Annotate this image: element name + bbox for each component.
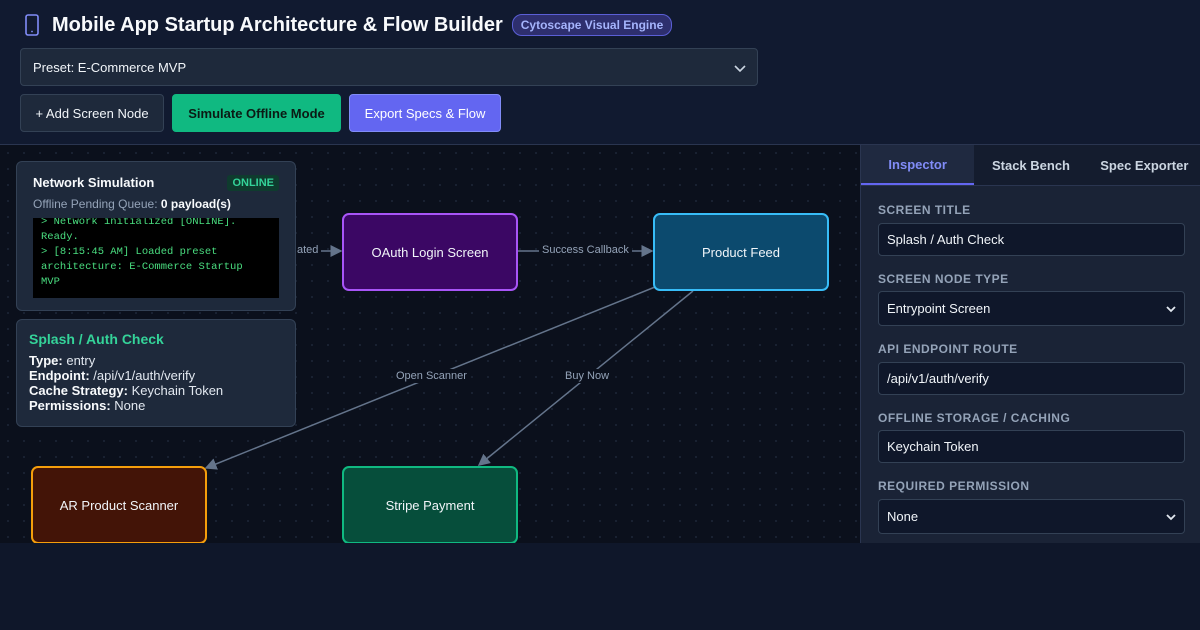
detail-row-type: Type: entry: [29, 353, 96, 368]
tab-inspector[interactable]: Inspector: [861, 145, 975, 185]
log-line: architecture: E-Commerce Startup: [41, 261, 243, 273]
status-badge: ONLINE: [227, 175, 279, 191]
permission-select[interactable]: None: [878, 499, 1185, 534]
node-stripe-payment[interactable]: Stripe Payment: [342, 466, 518, 543]
edge-label-into-oauth: ated: [294, 243, 322, 257]
pending-queue: Offline Pending Queue: 0 payload(s): [33, 197, 231, 211]
preset-select[interactable]: Preset: E-Commerce MVP: [20, 48, 758, 86]
network-simulation-panel: Network Simulation ONLINE Offline Pendin…: [16, 161, 296, 311]
detail-row-permissions: Permissions: None: [29, 398, 146, 413]
node-ar-scanner[interactable]: AR Product Scanner: [31, 466, 207, 543]
log-line: MVP: [41, 276, 60, 288]
api-route-input[interactable]: /api/v1/auth/verify: [878, 362, 1185, 395]
node-type-value: Entrypoint Screen: [887, 301, 991, 316]
engine-badge: Cytoscape Visual Engine: [511, 14, 673, 36]
network-simulation-title: Network Simulation: [33, 175, 155, 190]
screen-title-input[interactable]: Splash / Auth Check: [878, 223, 1185, 256]
tab-spec-exporter[interactable]: Spec Exporter: [1088, 145, 1200, 185]
inspector-panel: Inspector Stack Bench Spec Exporter Scre…: [860, 145, 1200, 543]
edge-label-buy: Buy Now: [562, 369, 613, 383]
permission-value: None: [887, 509, 919, 524]
api-route-label: API Endpoint Route: [878, 342, 1018, 356]
tab-stack-bench[interactable]: Stack Bench: [974, 145, 1087, 185]
chevron-down-icon: [1166, 513, 1176, 520]
title-row: Mobile App Startup Architecture & Flow B…: [22, 10, 673, 40]
pending-queue-value: 0 payload(s): [160, 197, 231, 211]
preset-select-value: Preset: E-Commerce MVP: [33, 59, 187, 75]
add-screen-node-button[interactable]: + Add Screen Node: [20, 94, 164, 132]
offline-storage-input[interactable]: Keychain Token: [878, 430, 1185, 463]
app-header: Mobile App Startup Architecture & Flow B…: [0, 0, 1200, 145]
log-line: > [8:15:45 AM] Loaded preset: [41, 246, 218, 258]
phone-icon: [25, 14, 39, 36]
log-line: > Network initialized [ONLINE].: [41, 218, 237, 228]
detail-row-endpoint: Endpoint: /api/v1/auth/verify: [29, 368, 196, 383]
node-product-feed[interactable]: Product Feed: [653, 213, 829, 291]
node-detail-card: Splash / Auth Check Type: entry Endpoint…: [16, 319, 296, 427]
screen-title-label: Screen Title: [878, 203, 971, 217]
permission-label: Required Permission: [878, 479, 1030, 493]
panel-tabs: Inspector Stack Bench Spec Exporter: [861, 145, 1200, 186]
node-oauth-login[interactable]: OAuth Login Screen: [342, 213, 518, 291]
offline-storage-label: Offline Storage / Caching: [878, 411, 1071, 425]
network-log[interactable]: > Network initialized [ONLINE]. Ready. >…: [33, 218, 279, 298]
detail-row-cache: Cache Strategy: Keychain Token: [29, 383, 224, 398]
flow-canvas[interactable]: ated Success Callback Open Scanner Buy N…: [0, 145, 860, 543]
node-type-select[interactable]: Entrypoint Screen: [878, 291, 1185, 326]
log-line: Ready.: [41, 231, 79, 243]
chevron-down-icon: [734, 65, 746, 73]
simulate-offline-button[interactable]: Simulate Offline Mode: [172, 94, 341, 132]
node-detail-title: Splash / Auth Check: [29, 331, 164, 347]
edge-label-scanner: Open Scanner: [393, 369, 470, 383]
edge-label-success: Success Callback: [539, 243, 632, 257]
pending-queue-label: Offline Pending Queue:: [33, 197, 158, 211]
node-type-label: Screen Node Type: [878, 272, 1009, 286]
chevron-down-icon: [1166, 305, 1176, 312]
page-title: Mobile App Startup Architecture & Flow B…: [52, 13, 503, 36]
export-specs-button[interactable]: Export Specs & Flow: [349, 94, 501, 132]
